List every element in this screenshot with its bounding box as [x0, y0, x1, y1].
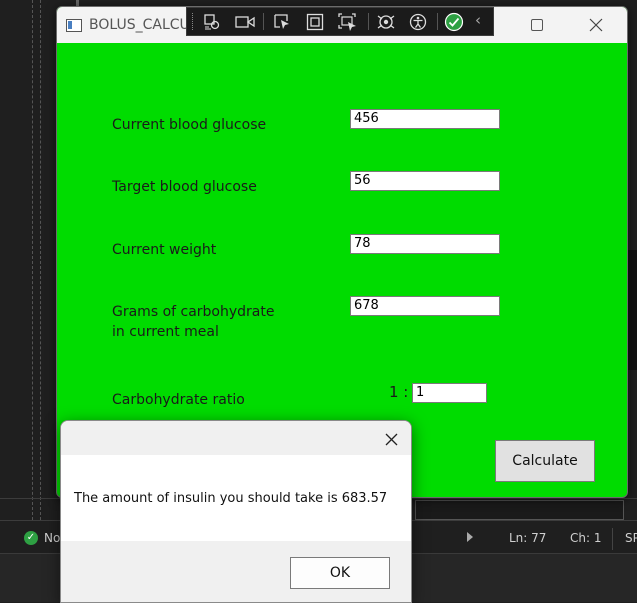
accessibility-icon[interactable] — [407, 11, 428, 32]
check-circle-icon[interactable]: ✓ — [24, 531, 38, 545]
toolbar-separator — [263, 13, 264, 30]
debug-toolbar: ‹ — [186, 7, 494, 36]
encoding-indicator[interactable]: SP — [625, 531, 637, 545]
current-glucose-label: Current blood glucose — [112, 117, 267, 133]
close-icon — [385, 433, 397, 445]
weight-input[interactable]: 78 — [350, 234, 500, 254]
dialog-close-button[interactable] — [379, 427, 403, 451]
toolbar-separator — [368, 13, 369, 30]
issues-status[interactable]: No — [44, 531, 60, 545]
binding-ok-icon[interactable] — [443, 11, 464, 32]
toolbar-grip[interactable] — [192, 13, 196, 30]
close-button[interactable] — [573, 7, 619, 43]
ok-button[interactable]: OK — [290, 557, 390, 589]
select-element-icon[interactable] — [201, 11, 222, 32]
close-icon — [589, 18, 603, 32]
editor-scroll-strip — [627, 250, 637, 370]
target-glucose-input[interactable]: 56 — [350, 171, 500, 191]
live-visual-tree-icon[interactable] — [234, 11, 255, 32]
weight-label: Current weight — [112, 242, 217, 258]
carbs-label-line2: in current meal — [112, 324, 219, 340]
indent-guide — [32, 0, 33, 520]
ratio-label: Carbohydrate ratio — [112, 392, 245, 408]
maximize-button[interactable] — [514, 7, 560, 43]
char-indicator[interactable]: Ch: 1 — [570, 531, 601, 545]
track-focus-icon[interactable] — [337, 11, 358, 32]
chevron-left-icon[interactable]: ‹ — [475, 11, 481, 29]
play-icon[interactable] — [467, 532, 473, 542]
carbs-input[interactable]: 678 — [350, 296, 500, 316]
carbs-label-line1: Grams of carbohydrate — [112, 304, 275, 320]
divider — [612, 528, 613, 550]
dialog-message: The amount of insulin you should take is… — [74, 491, 388, 506]
toolbar-separator — [437, 13, 438, 30]
maximize-icon — [531, 19, 543, 31]
select-icon[interactable] — [271, 11, 292, 32]
app-window-icon — [66, 19, 82, 32]
window-title: BOLUS_CALCU — [89, 17, 190, 33]
editor-panel — [415, 500, 624, 520]
ratio-input[interactable]: 1 — [412, 383, 487, 403]
hot-reload-icon[interactable] — [375, 11, 396, 32]
calculate-button[interactable]: Calculate — [495, 440, 595, 482]
indent-guide — [40, 0, 41, 520]
display-layout-adorners-icon[interactable] — [304, 11, 325, 32]
target-glucose-label: Target blood glucose — [112, 179, 257, 195]
current-glucose-input[interactable]: 456 — [350, 109, 500, 129]
line-indicator[interactable]: Ln: 77 — [509, 531, 546, 545]
dialog-title-bar[interactable] — [61, 421, 411, 455]
ratio-prefix: 1 : — [389, 383, 409, 401]
message-dialog: The amount of insulin you should take is… — [60, 420, 412, 603]
